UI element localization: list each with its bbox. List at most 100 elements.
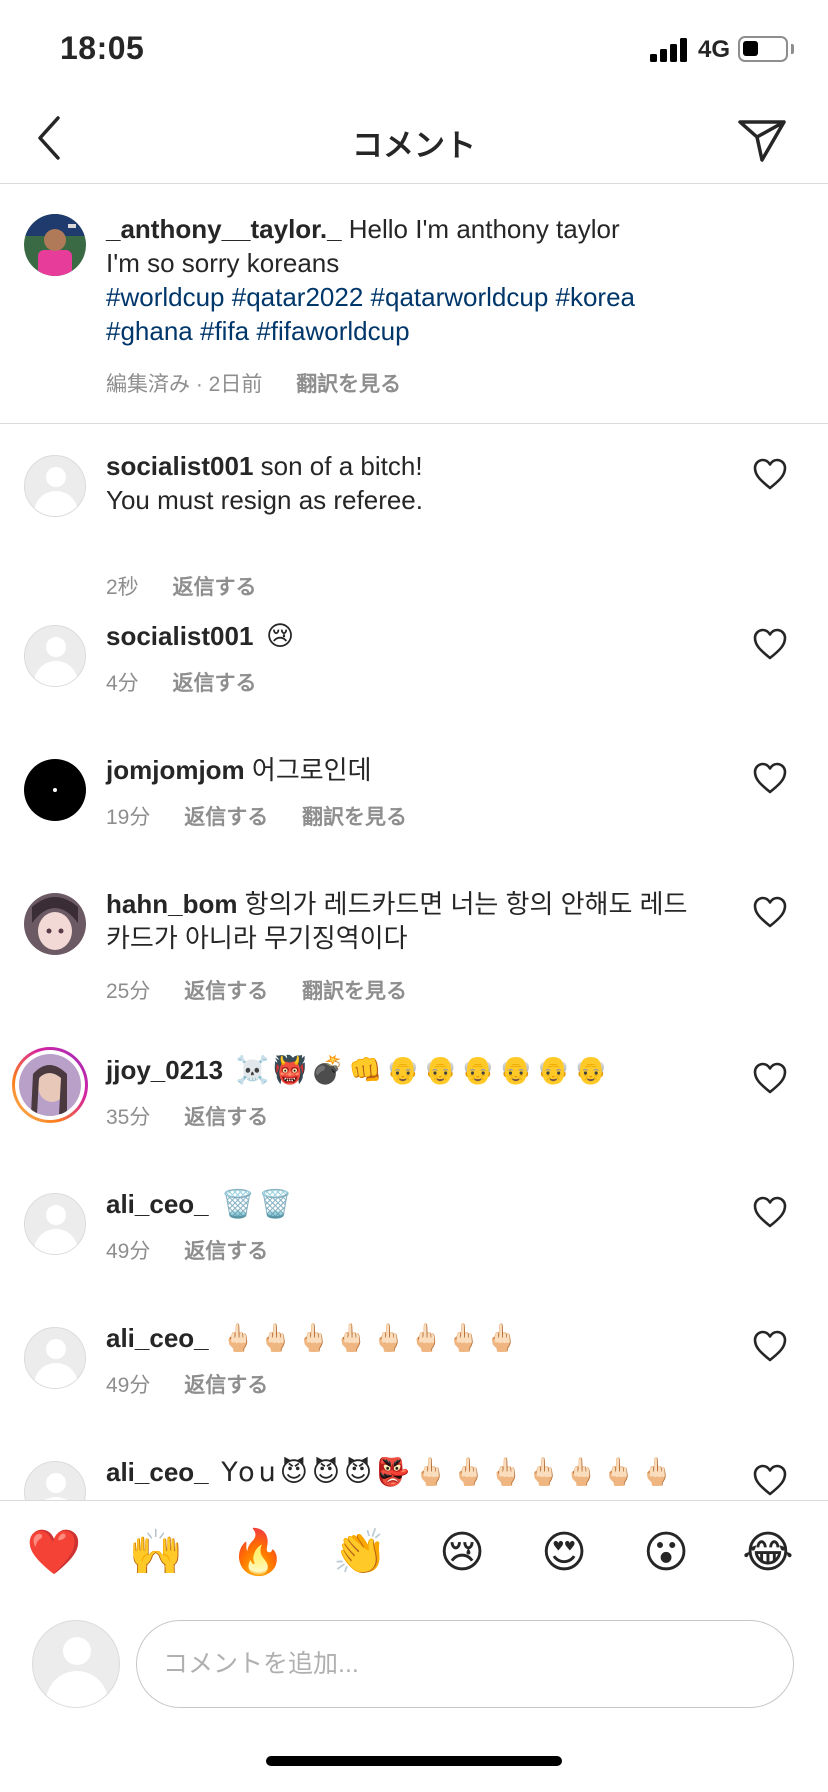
comment-username[interactable]: socialist001 [106,451,253,481]
laughing-emoji-button[interactable]: 😂 [738,1523,798,1583]
reply-button[interactable]: 返信する [173,667,257,697]
avatar[interactable] [24,455,86,517]
comment-meta: 49分 返信する [106,1369,296,1399]
avatar[interactable] [24,893,86,955]
like-button[interactable] [752,1061,788,1095]
like-button[interactable] [752,457,788,491]
comment-line: hahn_bom 항의가 레드카드면 너는 항의 안해도 레드 [106,887,726,921]
status-time: 18:05 [60,30,145,66]
reply-button[interactable]: 返信する [173,571,257,601]
comment-line-2: You must resign as referee. [106,485,423,515]
comment-list[interactable]: socialist001 son of a bitch! You must re… [0,425,828,1500]
comment-item: ali_ceo_ You😈😈😈👺🖕🏻🖕🏻🖕🏻🖕🏻🖕🏻🖕🏻🖕🏻 [0,1457,828,1500]
quick-reaction-bar: ❤️ 🙌 🔥 👏 😢 😍 😮 😂 [0,1500,828,1610]
story-ring[interactable] [12,1047,88,1123]
hashtags-line-1[interactable]: #worldcup #qatar2022 #qatarworldcup #kor… [106,280,726,314]
comment-text: hahn_bom 항의가 레드카드면 너는 항의 안해도 레드 카드가 아니라 … [106,887,726,955]
comment-body: son of a bitch! [253,451,423,481]
comment-username[interactable]: jomjomjom [106,755,245,785]
clapping-emoji-button[interactable]: 👏 [330,1523,390,1583]
current-user-avatar [32,1620,120,1708]
comment-time: 4分 [106,672,139,695]
share-button[interactable] [734,110,790,166]
comment-line: socialist001 son of a bitch! [106,449,726,483]
comment-item: socialist001 son of a bitch! You must re… [0,451,828,599]
comment-line: ali_ceo_ 🗑️🗑️ [106,1187,726,1222]
like-button[interactable] [752,1329,788,1363]
comment-line: jjoy_0213 ☠️👹💣👊👴👴👴👴👴👴 [106,1053,726,1088]
heart-eyes-emoji-button[interactable]: 😍 [534,1523,594,1583]
avatar[interactable] [24,1327,86,1389]
comment-username[interactable]: ali_ceo_ [106,1457,209,1487]
caption-text: _anthony__taylor._ Hello I'm anthony tay… [106,212,726,348]
translate-link[interactable]: 翻訳を見る [296,368,401,398]
heart-outline-icon [753,1196,787,1228]
hashtags-line-2[interactable]: #ghana #fifa #fifaworldcup [106,314,726,348]
caption-username[interactable]: _anthony__taylor._ [106,214,342,244]
reply-button[interactable]: 返信する [184,801,268,831]
raising-hands-emoji-button[interactable]: 🙌 [126,1523,186,1583]
heart-outline-icon [753,1330,787,1362]
heart-outline-icon [753,1062,787,1094]
comment-time: 2秒 [106,576,139,599]
like-button[interactable] [752,895,788,929]
avatar[interactable] [24,1461,86,1500]
comment-item: jjoy_0213 ☠️👹💣👊👴👴👴👴👴👴 35分 返信する [0,1047,828,1159]
comment-time: 49分 [106,1374,151,1397]
avatar[interactable] [24,625,86,687]
comment-time: 49分 [106,1240,151,1263]
comment-body: 항의가 레드카드면 너는 항의 안해도 레드 [237,889,688,919]
comment-username[interactable]: hahn_bom [106,889,237,919]
comment-text: socialist001 😢 [106,619,726,654]
avatar[interactable] [24,1193,86,1255]
comment-input[interactable] [163,1621,763,1707]
like-button[interactable] [752,1463,788,1497]
like-button[interactable] [752,627,788,661]
comment-line: socialist001 😢 [106,619,726,654]
translate-link[interactable]: 翻訳を見る [302,801,407,831]
referee-photo [24,214,86,276]
comment-username[interactable]: jjoy_0213 [106,1055,223,1085]
heart-emoji-button[interactable]: ❤️ [24,1523,84,1583]
like-button[interactable] [752,1195,788,1229]
crying-emoji-button[interactable]: 😢 [432,1523,492,1583]
avatar [19,1054,81,1116]
avatar[interactable] [24,214,86,276]
reply-button[interactable]: 返信する [184,1235,268,1265]
heart-outline-icon [753,896,787,928]
comment-input-box[interactable] [136,1620,794,1708]
comment-item: jomjomjom 어그로인데 19分 返信する 翻訳を見る [0,755,828,859]
caption-line: _anthony__taylor._ Hello I'm anthony tay… [106,212,726,246]
comment-body: 어그로인데 [244,755,372,785]
reply-button[interactable]: 返信する [184,1369,268,1399]
translate-link[interactable]: 翻訳を見る [302,975,407,1005]
caption-line-2: I'm so sorry koreans [106,248,340,278]
comment-username[interactable]: socialist001 [106,621,253,651]
paper-plane-icon [738,120,786,162]
comment-body: ☠️👹💣👊👴👴👴👴👴👴 [223,1055,612,1086]
comment-line: jomjomjom 어그로인데 [106,753,726,787]
post-caption: _anthony__taylor._ Hello I'm anthony tay… [0,184,828,424]
comment-username[interactable]: ali_ceo_ [106,1189,209,1219]
comment-time: 19分 [106,806,151,829]
fire-emoji-button[interactable]: 🔥 [228,1523,288,1583]
comment-item: hahn_bom 항의가 레드카드면 너는 항의 안해도 레드 카드가 아니라 … [0,889,828,1033]
comment-item: ali_ceo_ 🖕🏻🖕🏻🖕🏻🖕🏻🖕🏻🖕🏻🖕🏻🖕🏻 49分 返信する [0,1323,828,1427]
comment-body: You😈😈😈👺🖕🏻🖕🏻🖕🏻🖕🏻🖕🏻🖕🏻🖕🏻 [208,1457,678,1488]
comment-composer [0,1610,828,1730]
avatar[interactable] [24,759,86,821]
like-button[interactable] [752,761,788,795]
anime-avatar-image [24,893,86,955]
navigation-bar: コメント [0,96,828,184]
comment-text: socialist001 son of a bitch! You must re… [106,449,726,517]
reply-button[interactable]: 返信する [184,975,268,1005]
comment-username[interactable]: ali_ceo_ [106,1323,209,1353]
surprised-emoji-button[interactable]: 😮 [636,1523,696,1583]
edited-timestamp: 編集済み · 2日前 [106,373,263,396]
comment-time: 25分 [106,980,151,1003]
caption-body: Hello I'm anthony taylor [341,214,620,244]
comment-time: 35分 [106,1106,151,1129]
comment-text: jomjomjom 어그로인데 [106,753,726,787]
comment-meta: 4分 返信する [106,667,285,697]
reply-button[interactable]: 返信する [184,1101,268,1131]
